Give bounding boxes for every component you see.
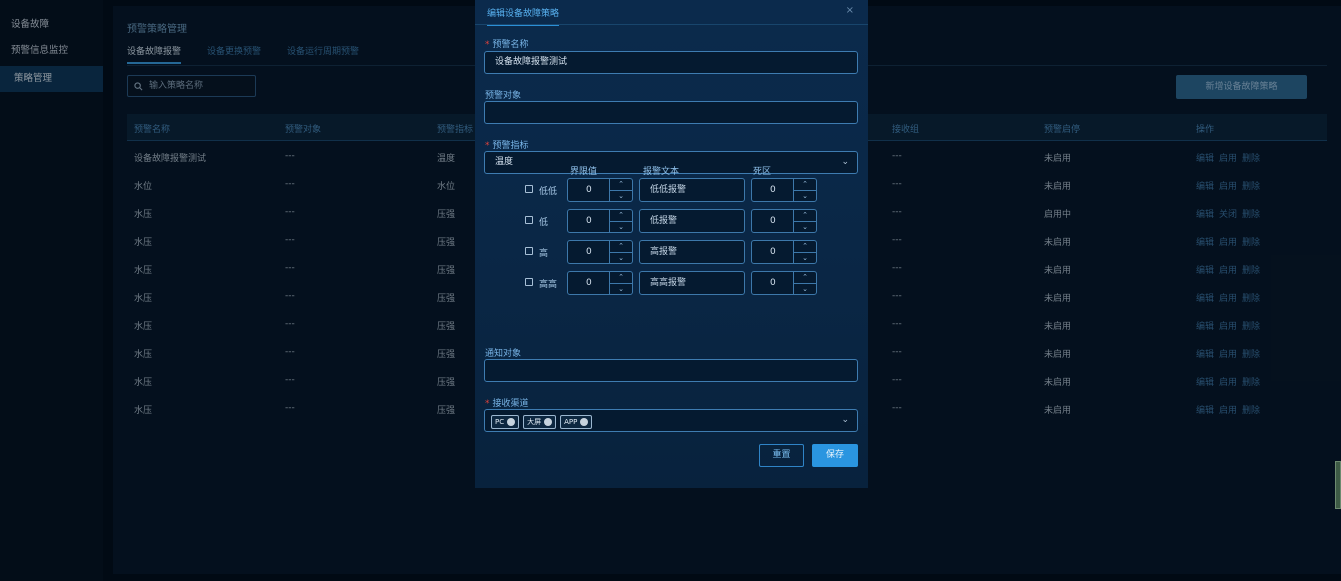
save-button[interactable]: 保存 bbox=[812, 444, 858, 467]
deadband-stepper[interactable]: 0 ⌃ ⌄ bbox=[751, 240, 817, 264]
deadband-stepper[interactable]: 0 ⌃ ⌄ bbox=[751, 178, 817, 202]
alarm-level-row: 低 0 ⌃ ⌄ 低报警 0 ⌃ ⌄ bbox=[523, 209, 823, 233]
chevron-up-icon[interactable]: ⌃ bbox=[610, 272, 632, 284]
chevron-down-icon[interactable]: ⌄ bbox=[794, 222, 816, 233]
stepper-buttons: ⌃ ⌄ bbox=[609, 179, 632, 201]
chevron-down-icon[interactable]: ⌄ bbox=[794, 191, 816, 202]
channel-tag-app: APP bbox=[560, 415, 593, 429]
stepper-buttons: ⌃ ⌄ bbox=[609, 272, 632, 294]
level-label: 低 bbox=[539, 218, 549, 228]
chevron-up-icon[interactable]: ⌃ bbox=[610, 179, 632, 191]
deadband-value: 0 bbox=[770, 185, 776, 195]
chevron-up-icon[interactable]: ⌃ bbox=[794, 272, 816, 284]
tag-remove-icon[interactable] bbox=[507, 418, 516, 426]
deadband-value: 0 bbox=[770, 216, 776, 226]
dialog-header-divider bbox=[475, 24, 868, 25]
tag-remove-icon[interactable] bbox=[544, 418, 553, 426]
target-input[interactable] bbox=[484, 101, 858, 124]
reset-button[interactable]: 重置 bbox=[759, 444, 804, 467]
stepper-buttons: ⌃ ⌄ bbox=[793, 272, 816, 294]
required-mark: * bbox=[485, 141, 490, 151]
chevron-up-icon[interactable]: ⌃ bbox=[610, 210, 632, 222]
stepper-buttons: ⌃ ⌄ bbox=[793, 210, 816, 232]
chevron-down-icon: ⌄ bbox=[841, 157, 849, 167]
chevron-up-icon[interactable]: ⌃ bbox=[794, 179, 816, 191]
alarm-text-column-header: 报警文本 bbox=[643, 167, 680, 177]
name-field-label: * 预警名称 bbox=[485, 40, 529, 50]
chevron-up-icon[interactable]: ⌃ bbox=[794, 241, 816, 253]
chevron-down-icon[interactable]: ⌄ bbox=[610, 191, 632, 202]
level-label: 高高 bbox=[539, 280, 558, 290]
alarm-level-row: 高 0 ⌃ ⌄ 高报警 0 ⌃ ⌄ bbox=[523, 240, 823, 264]
deadband-value: 0 bbox=[770, 278, 776, 288]
chevron-down-icon[interactable]: ⌄ bbox=[794, 253, 816, 264]
dialog-title: 编辑设备故障策略 bbox=[487, 6, 560, 26]
scrollbar-thumb[interactable] bbox=[1335, 461, 1341, 509]
level-checkbox[interactable] bbox=[525, 247, 533, 255]
chevron-down-icon[interactable]: ⌄ bbox=[610, 284, 632, 295]
chevron-down-icon: ⌄ bbox=[841, 415, 849, 425]
deadband-stepper[interactable]: 0 ⌃ ⌄ bbox=[751, 209, 817, 233]
required-mark: * bbox=[485, 399, 490, 409]
threshold-value: 0 bbox=[586, 185, 592, 195]
threshold-stepper[interactable]: 0 ⌃ ⌄ bbox=[567, 271, 633, 295]
level-checkbox[interactable] bbox=[525, 278, 533, 286]
close-icon[interactable]: × bbox=[846, 5, 854, 16]
threshold-stepper[interactable]: 0 ⌃ ⌄ bbox=[567, 209, 633, 233]
level-label: 低低 bbox=[539, 187, 558, 197]
chevron-down-icon[interactable]: ⌄ bbox=[610, 253, 632, 264]
channel-field-label: * 接收渠道 bbox=[485, 399, 529, 409]
chevron-down-icon[interactable]: ⌄ bbox=[794, 284, 816, 295]
chevron-up-icon[interactable]: ⌃ bbox=[610, 241, 632, 253]
level-checkbox[interactable] bbox=[525, 216, 533, 224]
threshold-stepper[interactable]: 0 ⌃ ⌄ bbox=[567, 178, 633, 202]
notify-input[interactable] bbox=[484, 359, 858, 382]
stepper-buttons: ⌃ ⌄ bbox=[793, 179, 816, 201]
deadband-column-header: 死区 bbox=[753, 167, 772, 177]
channel-tags: PC 大屏 APP bbox=[491, 415, 593, 429]
target-field-label: 预警对象 bbox=[485, 91, 522, 101]
threshold-value: 0 bbox=[586, 278, 592, 288]
threshold-stepper[interactable]: 0 ⌃ ⌄ bbox=[567, 240, 633, 264]
alarm-text-input[interactable]: 高报警 bbox=[639, 240, 745, 264]
threshold-value: 0 bbox=[586, 247, 592, 257]
channel-tag-pc: PC bbox=[491, 415, 520, 429]
stepper-buttons: ⌃ ⌄ bbox=[609, 210, 632, 232]
stepper-buttons: ⌃ ⌄ bbox=[793, 241, 816, 263]
deadband-value: 0 bbox=[770, 247, 776, 257]
chevron-up-icon[interactable]: ⌃ bbox=[794, 210, 816, 222]
deadband-stepper[interactable]: 0 ⌃ ⌄ bbox=[751, 271, 817, 295]
alarm-text-input[interactable]: 高高报警 bbox=[639, 271, 745, 295]
threshold-value: 0 bbox=[586, 216, 592, 226]
alarm-text-input[interactable]: 低低报警 bbox=[639, 178, 745, 202]
indicator-field-label: * 预警指标 bbox=[485, 141, 529, 151]
chevron-down-icon[interactable]: ⌄ bbox=[610, 222, 632, 233]
alarm-level-row: 低低 0 ⌃ ⌄ 低低报警 0 ⌃ ⌄ bbox=[523, 178, 823, 202]
stepper-buttons: ⌃ ⌄ bbox=[609, 241, 632, 263]
edit-strategy-dialog: 编辑设备故障策略 × * 预警名称 设备故障报警测试 预警对象 * 预警指标 温度 … bbox=[475, 0, 868, 488]
alarm-level-row: 高高 0 ⌃ ⌄ 高高报警 0 ⌃ ⌄ bbox=[523, 271, 823, 295]
level-checkbox[interactable] bbox=[525, 185, 533, 193]
level-label: 高 bbox=[539, 249, 549, 259]
channel-tag-screen: 大屏 bbox=[523, 415, 557, 429]
tag-remove-icon[interactable] bbox=[580, 418, 589, 426]
threshold-column-header: 界限值 bbox=[570, 167, 598, 177]
indicator-select-value: 温度 bbox=[495, 157, 514, 167]
required-mark: * bbox=[485, 40, 490, 50]
alarm-text-input[interactable]: 低报警 bbox=[639, 209, 745, 233]
channel-multiselect[interactable]: PC 大屏 APP ⌄ bbox=[484, 409, 858, 432]
name-input[interactable]: 设备故障报警测试 bbox=[484, 51, 858, 74]
notify-field-label: 通知对象 bbox=[485, 349, 522, 359]
